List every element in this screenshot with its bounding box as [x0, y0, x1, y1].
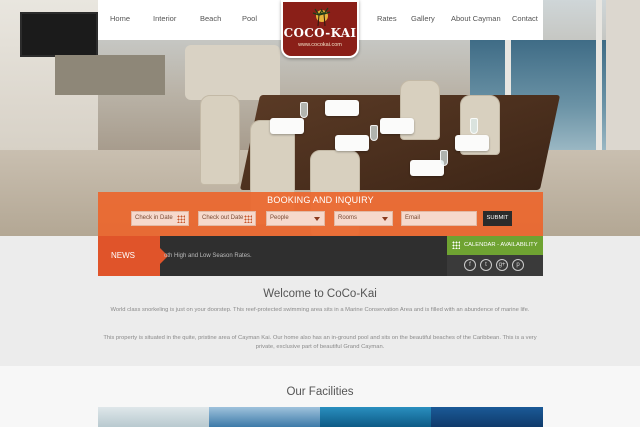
hero-glass	[300, 102, 308, 118]
palm-trees-icon	[312, 7, 331, 26]
hero-glass	[440, 150, 448, 166]
calendar-availability-label: CALENDAR - AVAILABILITY	[464, 242, 538, 248]
hero-plate	[270, 118, 304, 134]
people-select-value: People	[270, 215, 289, 221]
nav-home[interactable]: Home	[110, 14, 130, 23]
google-plus-icon[interactable]: g+	[496, 259, 508, 271]
hero-plate	[325, 100, 359, 116]
booking-title: BOOKING AND INQUIRY	[267, 195, 374, 205]
calendar-icon[interactable]	[177, 215, 185, 223]
hero-glass	[370, 125, 378, 141]
email-placeholder: Email	[405, 215, 421, 221]
facility-image[interactable]	[320, 407, 431, 427]
facility-image[interactable]	[209, 407, 320, 427]
hero-plate	[380, 118, 414, 134]
hero-plate	[455, 135, 489, 151]
hero-sofa	[185, 45, 280, 100]
nav-pool[interactable]: Pool	[242, 14, 257, 23]
news-label: NEWS	[98, 236, 168, 276]
check-out-date-input[interactable]: Check out Date	[198, 211, 256, 226]
site-logo[interactable]: COCO-KAI www.cocokai.com	[281, 0, 359, 58]
submit-button[interactable]: SUBMIT	[483, 211, 512, 226]
rooms-select[interactable]: Rooms	[334, 211, 393, 226]
hero-glass	[470, 118, 478, 134]
calendar-availability-button[interactable]: CALENDAR - AVAILABILITY	[447, 236, 543, 255]
facebook-icon[interactable]: f	[464, 259, 476, 271]
welcome-heading: Welcome to CoCo-Kai	[263, 288, 377, 300]
facilities-heading: Our Facilities	[286, 386, 354, 398]
hero-cabinet	[55, 55, 165, 95]
hero-tv	[20, 12, 98, 57]
chevron-down-icon	[382, 217, 388, 221]
calendar-icon[interactable]	[244, 215, 252, 223]
news-bar: NEWS oth High and Low Season Rates. CALE…	[98, 236, 543, 276]
rooms-select-value: Rooms	[338, 215, 358, 221]
pinterest-icon[interactable]: p	[512, 259, 524, 271]
logo-url: www.cocokai.com	[298, 42, 342, 48]
booking-panel: BOOKING AND INQUIRY Check in Date Check …	[98, 192, 543, 236]
hero-chair	[200, 95, 240, 185]
facility-image[interactable]	[431, 407, 543, 427]
check-in-date-input[interactable]: Check in Date	[131, 211, 189, 226]
nav-rates[interactable]: Rates	[377, 14, 397, 23]
welcome-paragraph: World class snorkeling is just on your d…	[110, 307, 530, 313]
hero-plate	[335, 135, 369, 151]
nav-beach[interactable]: Beach	[200, 14, 221, 23]
hero-plate	[410, 160, 444, 176]
check-out-placeholder: Check out Date	[202, 215, 244, 221]
nav-interior[interactable]: Interior	[153, 14, 176, 23]
nav-gallery[interactable]: Gallery	[411, 14, 435, 23]
logo-name: COCO-KAI	[283, 26, 357, 40]
facility-image[interactable]	[98, 407, 209, 427]
nav-contact[interactable]: Contact	[512, 14, 538, 23]
social-links: f t g+ p	[447, 255, 543, 276]
nav-about-cayman[interactable]: About Cayman	[451, 14, 501, 23]
news-ticker-text[interactable]: oth High and Low Season Rates.	[164, 253, 252, 259]
people-select[interactable]: People	[266, 211, 325, 226]
welcome-paragraph: This property is situated in the quite, …	[103, 335, 537, 350]
twitter-icon[interactable]: t	[480, 259, 492, 271]
check-in-placeholder: Check in Date	[135, 215, 173, 221]
chevron-down-icon	[314, 217, 320, 221]
calendar-icon	[452, 241, 460, 249]
email-field[interactable]: Email	[401, 211, 477, 226]
